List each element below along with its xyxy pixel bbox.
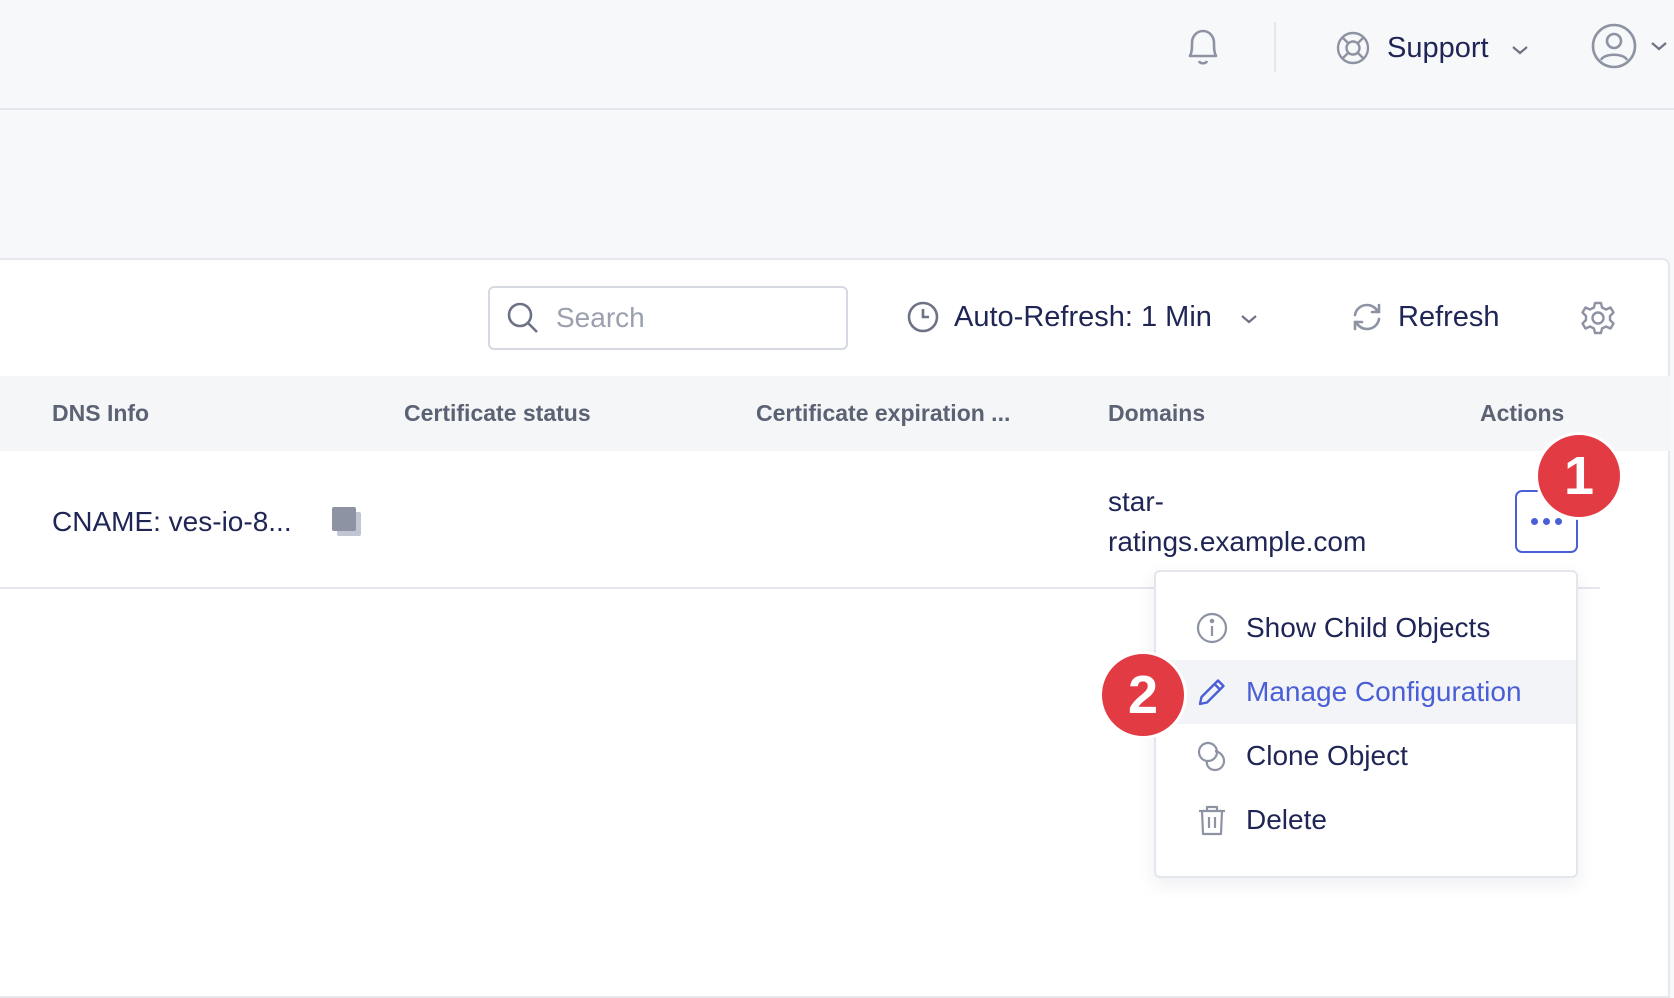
more-icon (1531, 518, 1538, 525)
clone-icon (1194, 739, 1230, 773)
auto-refresh-label: Auto-Refresh: 1 Min (954, 300, 1212, 333)
bell-icon[interactable] (1178, 22, 1228, 72)
menu-item-label: Delete (1246, 804, 1327, 835)
column-header-actions: Actions (1480, 400, 1565, 426)
menu-item-label: Clone Object (1246, 740, 1408, 771)
column-header-domains[interactable]: Domains (1108, 400, 1205, 427)
refresh-label: Refresh (1398, 300, 1500, 333)
domains-cell-line1: star- (1108, 486, 1164, 517)
dns-info-cell: CNAME: ves-io-8... (52, 506, 292, 537)
chevron-down-icon (1650, 40, 1668, 52)
menu-item-label: Manage Configuration (1246, 676, 1522, 707)
column-header-certificate-expiration[interactable]: Certificate expiration ... (756, 400, 1010, 427)
menu-item-show-child-objects[interactable]: Show Child Objects (1156, 596, 1576, 660)
support-menu[interactable]: Support (1335, 24, 1529, 72)
chevron-down-icon (1511, 44, 1529, 56)
lifebuoy-icon (1335, 30, 1371, 66)
column-header-dns-info[interactable]: DNS Info (52, 400, 149, 427)
menu-item-delete[interactable]: Delete (1156, 788, 1576, 852)
search-icon (506, 301, 540, 335)
top-bar: Support (0, 0, 1674, 110)
menu-item-clone-object[interactable]: Clone Object (1156, 724, 1576, 788)
refresh-button[interactable]: Refresh (1350, 300, 1500, 334)
clock-icon (906, 300, 940, 334)
domains-cell-line2: ratings.example.com (1108, 526, 1367, 557)
search-box[interactable] (488, 286, 848, 350)
support-label: Support (1387, 31, 1489, 64)
step-badge-2: 2 (1099, 651, 1187, 739)
copy-icon[interactable] (330, 504, 366, 540)
actions-dropdown-menu: Show Child Objects Manage Configuration … (1154, 570, 1578, 878)
search-input[interactable] (554, 301, 818, 335)
trash-icon (1194, 803, 1230, 837)
user-menu[interactable] (1590, 22, 1668, 70)
menu-item-manage-configuration[interactable]: Manage Configuration (1156, 660, 1576, 724)
chevron-down-icon (1240, 313, 1258, 325)
auto-refresh-dropdown[interactable]: Auto-Refresh: 1 Min (906, 300, 1258, 334)
info-icon (1194, 611, 1230, 645)
menu-item-label: Show Child Objects (1246, 612, 1491, 643)
step-badge-1: 1 (1535, 432, 1623, 520)
pencil-icon (1194, 675, 1230, 709)
gear-icon[interactable] (1580, 300, 1616, 336)
header-divider (1274, 22, 1276, 72)
refresh-icon (1350, 300, 1384, 334)
user-avatar-icon (1590, 22, 1638, 70)
column-header-certificate-status[interactable]: Certificate status (404, 400, 591, 427)
